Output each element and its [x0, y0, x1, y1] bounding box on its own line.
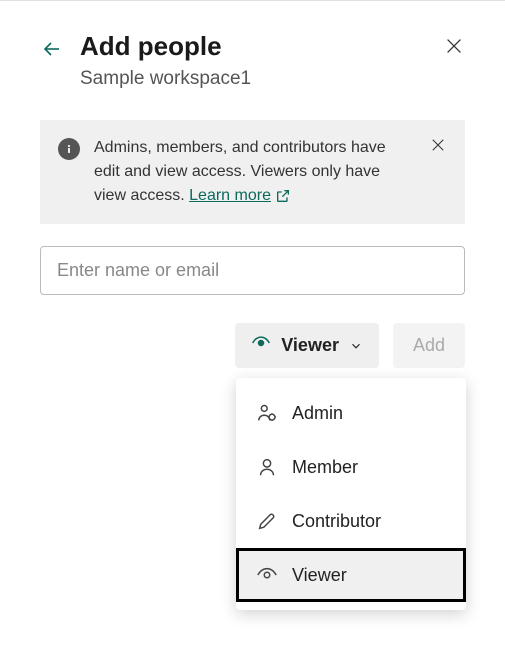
info-icon: [58, 138, 80, 160]
close-button[interactable]: [443, 31, 465, 62]
role-option-label: Admin: [292, 403, 343, 424]
viewer-icon: [256, 564, 278, 586]
info-text: Admins, members, and contributors have e…: [94, 136, 415, 208]
role-option-label: Member: [292, 457, 358, 478]
role-option-label: Viewer: [292, 565, 347, 586]
role-option-member[interactable]: Member: [236, 440, 466, 494]
role-dropdown-button[interactable]: Viewer: [235, 323, 379, 368]
add-people-panel: Add people Sample workspace1 Admins, mem…: [0, 1, 505, 398]
learn-more-label: Learn more: [189, 184, 271, 208]
contributor-icon: [256, 510, 278, 532]
role-dropdown-menu: Admin Member Contributor Viewer: [236, 378, 466, 610]
header-row: Add people: [40, 31, 465, 62]
workspace-subtitle: Sample workspace1: [80, 68, 465, 90]
info-banner: Admins, members, and contributors have e…: [40, 120, 465, 224]
role-option-contributor[interactable]: Contributor: [236, 494, 466, 548]
role-option-label: Contributor: [292, 511, 381, 532]
eye-icon: [251, 333, 271, 358]
page-title: Add people: [80, 31, 427, 62]
arrow-left-icon: [40, 37, 64, 61]
actions-row: Viewer Add Admin Member Contribu: [40, 323, 465, 368]
name-email-input[interactable]: [40, 246, 465, 295]
add-button[interactable]: Add: [393, 323, 465, 368]
role-option-viewer[interactable]: Viewer: [236, 548, 466, 602]
admin-icon: [256, 402, 278, 424]
external-link-icon: [275, 188, 291, 204]
member-icon: [256, 456, 278, 478]
role-option-admin[interactable]: Admin: [236, 386, 466, 440]
chevron-down-icon: [349, 339, 363, 353]
role-selected-label: Viewer: [281, 335, 339, 356]
back-button[interactable]: [40, 31, 64, 61]
banner-close-button[interactable]: [429, 136, 447, 159]
learn-more-link[interactable]: Learn more: [189, 184, 291, 208]
close-icon: [443, 35, 465, 57]
close-icon: [429, 136, 447, 154]
